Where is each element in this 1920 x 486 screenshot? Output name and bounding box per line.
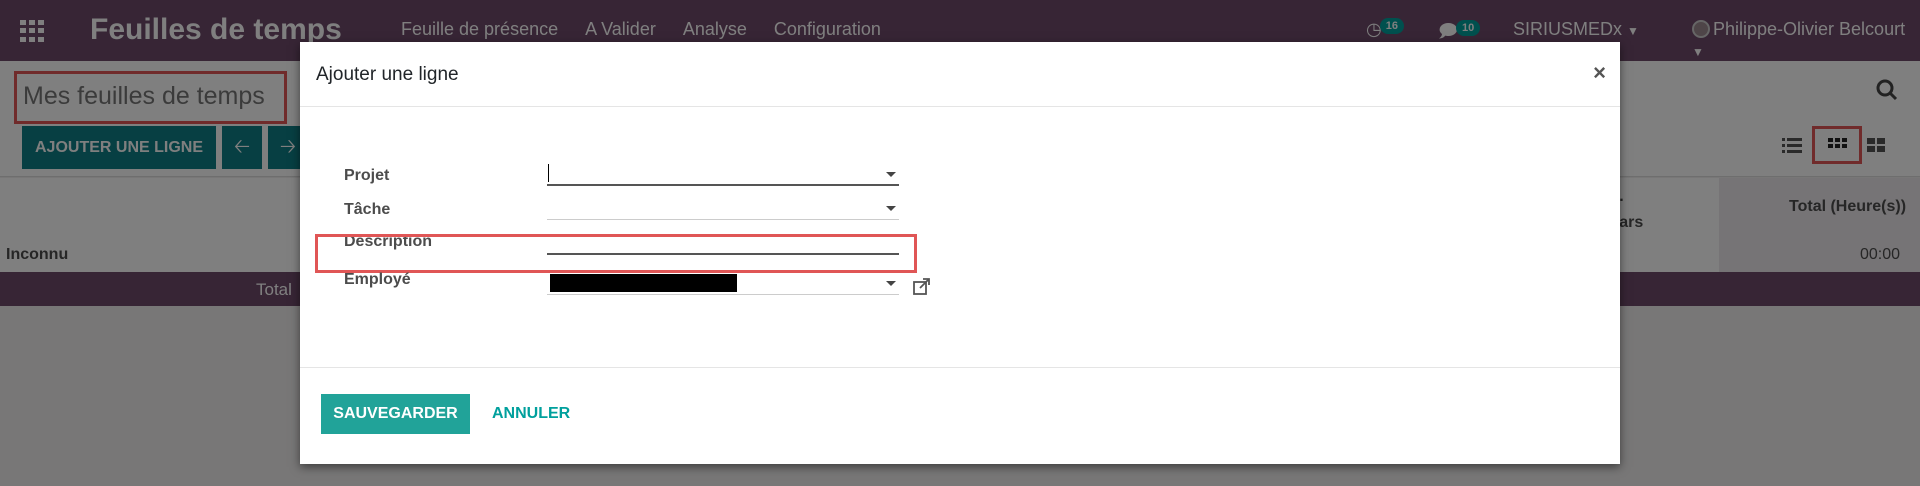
dialog-body: Projet Tâche Description Employé xyxy=(300,107,1620,368)
dropdown-caret-icon xyxy=(886,172,896,177)
close-icon[interactable]: × xyxy=(1593,60,1606,86)
employee-field[interactable] xyxy=(547,271,899,295)
dialog-title: Ajouter une ligne xyxy=(316,64,459,85)
description-highlight xyxy=(315,234,917,273)
dropdown-caret-icon xyxy=(886,281,896,286)
redacted-employee-name xyxy=(550,274,737,292)
text-cursor xyxy=(548,164,549,182)
add-line-dialog: Ajouter une ligne × Projet Tâche Descrip… xyxy=(300,42,1620,464)
project-label: Projet xyxy=(344,167,390,184)
project-field[interactable] xyxy=(547,162,899,186)
dropdown-caret-icon xyxy=(886,206,896,211)
task-field[interactable] xyxy=(547,196,899,220)
task-label: Tâche xyxy=(344,201,391,218)
save-button[interactable]: SAUVEGARDER xyxy=(321,394,470,434)
dialog-footer: SAUVEGARDER ANNULER xyxy=(300,368,1620,463)
dialog-header: Ajouter une ligne × xyxy=(300,42,1620,107)
cancel-button[interactable]: ANNULER xyxy=(492,394,570,434)
external-link-icon[interactable] xyxy=(912,278,932,296)
employee-label: Employé xyxy=(344,271,411,288)
